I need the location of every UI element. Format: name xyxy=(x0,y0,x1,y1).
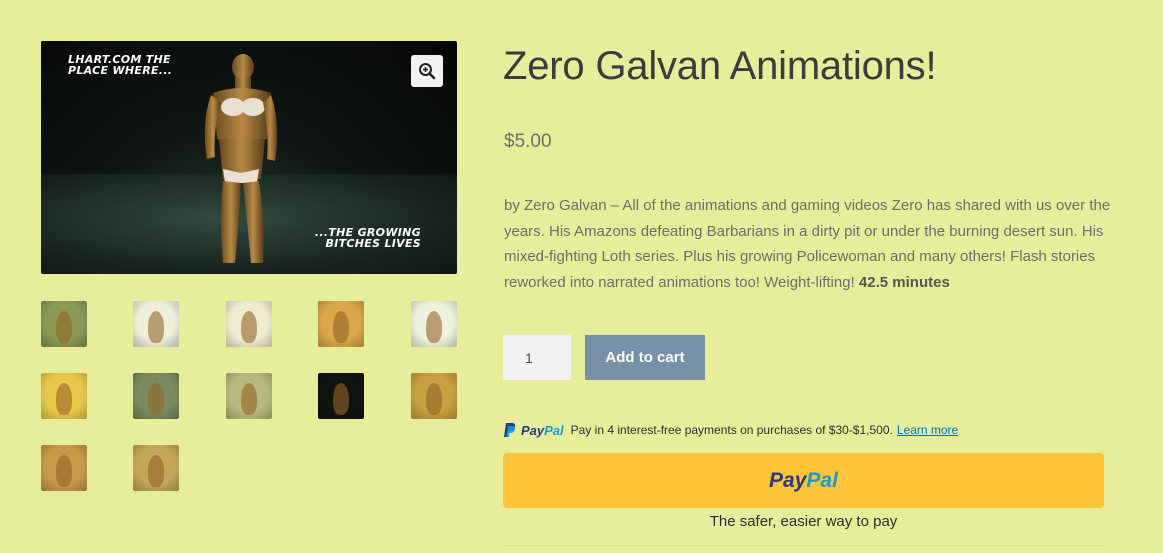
thumbnail-figure xyxy=(333,383,349,415)
duration: 42.5 minutes xyxy=(858,273,950,291)
thumbnail-figure xyxy=(56,383,72,415)
thumbnail-figure xyxy=(148,383,164,415)
paypal-logo-pay: Pay xyxy=(521,422,545,438)
thumbnail-figure xyxy=(56,455,72,487)
thumbnail-2[interactable] xyxy=(133,301,179,347)
description-text: by Zero Galvan – All of the animations a… xyxy=(504,197,1111,291)
thumbnail-8[interactable] xyxy=(226,373,272,419)
thumbnail-3[interactable] xyxy=(226,301,272,347)
paylater-text: Pay in 4 interest-free payments on purch… xyxy=(570,423,893,437)
thumbnail-figure xyxy=(426,311,442,343)
paypal-logo-small: PayPal xyxy=(521,423,564,438)
thumbnail-7[interactable] xyxy=(133,373,179,419)
caption-top: LHART.COM THE PLACE WHERE... xyxy=(68,53,173,77)
paypal-logo: PayPal xyxy=(769,469,838,493)
quantity-input[interactable] xyxy=(503,335,571,380)
thumbnail-figure xyxy=(241,311,257,343)
bodybuilder-figure xyxy=(204,54,278,263)
thumbnail-9[interactable] xyxy=(318,373,364,419)
thumbnail-12[interactable] xyxy=(133,445,179,491)
thumbnail-11[interactable] xyxy=(41,445,87,491)
product-title: Zero Galvan Animations! xyxy=(503,44,937,88)
thumbnail-6[interactable] xyxy=(41,373,87,419)
thumbnail-figure xyxy=(148,455,164,487)
thumbnail-figure xyxy=(148,311,164,343)
product-main-image[interactable]: LHART.COM THE PLACE WHERE... ...THE GROW… xyxy=(41,41,457,274)
thumbnail-figure xyxy=(426,383,442,415)
paypal-button-pal: Pal xyxy=(806,468,838,492)
thumbnail-4[interactable] xyxy=(318,301,364,347)
paypal-checkout-button[interactable]: PayPal xyxy=(503,453,1104,508)
learn-more-link[interactable]: Learn more xyxy=(897,423,958,437)
add-to-cart-button[interactable]: Add to cart xyxy=(585,335,705,380)
thumbnail-5[interactable] xyxy=(411,301,457,347)
thumbnail-figure xyxy=(333,311,349,343)
thumbnail-10[interactable] xyxy=(411,373,457,419)
zoom-button[interactable] xyxy=(411,55,443,87)
product-description: by Zero Galvan – All of the animations a… xyxy=(504,193,1114,295)
paypal-button-pay: Pay xyxy=(769,468,807,492)
thumbnail-figure xyxy=(56,311,72,343)
divider xyxy=(503,545,1104,546)
product-price: $5.00 xyxy=(504,131,552,152)
caption-bottom: ...THE GROWING BITCHES LIVES xyxy=(314,226,421,250)
paypal-p-icon xyxy=(504,423,516,437)
paypal-logo-pal: Pal xyxy=(544,422,564,438)
paypal-tagline: The safer, easier way to pay xyxy=(709,513,898,530)
magnifier-plus-icon xyxy=(419,63,436,80)
thumbnail-figure xyxy=(241,383,257,415)
paypal-pay-later-message: PayPal Pay in 4 interest-free payments o… xyxy=(503,421,958,439)
thumbnail-1[interactable] xyxy=(41,301,87,347)
